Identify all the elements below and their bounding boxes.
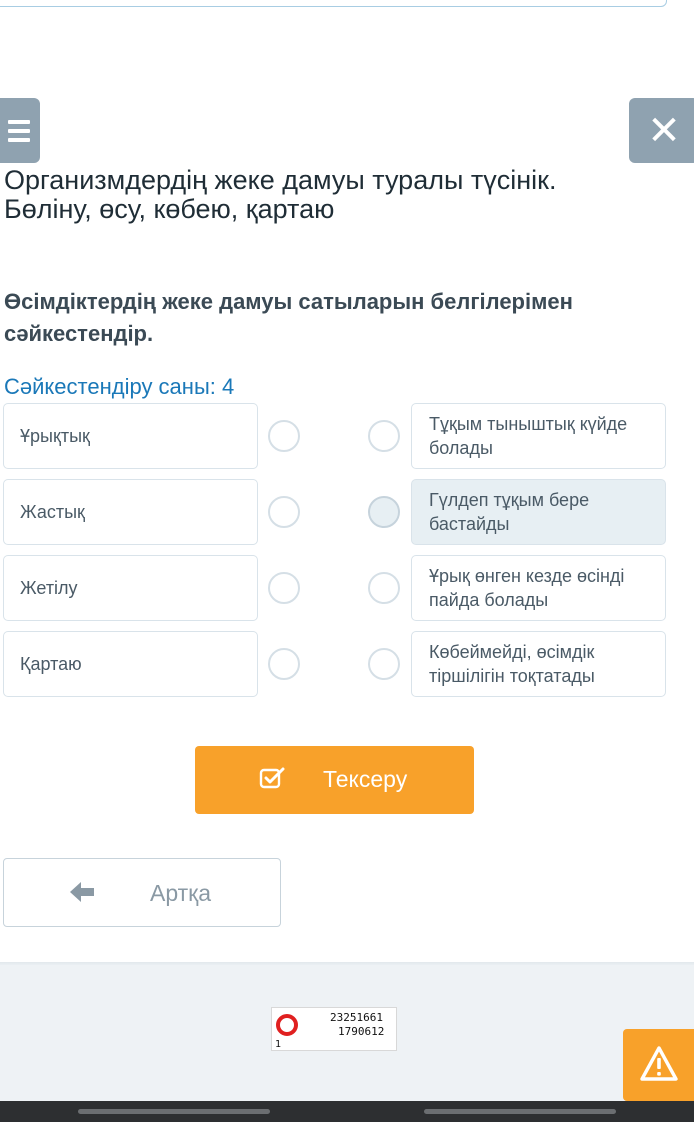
left-connector-3[interactable] — [268, 572, 300, 604]
right-item-text-line-1: Тұқым тыныштық күйде — [429, 414, 628, 434]
left-item-label: Ұрықтық — [20, 426, 90, 446]
right-item-text-line-2: пайда болады — [429, 590, 549, 610]
left-item-label: Қартаю — [20, 654, 82, 674]
warning-icon — [640, 1046, 678, 1081]
left-item-label: Жастық — [20, 502, 85, 522]
left-connector-1[interactable] — [268, 420, 300, 452]
right-item-text-line-1: Гүлдеп тұқым бере — [429, 490, 590, 510]
right-connector-1[interactable] — [368, 420, 400, 452]
check-button[interactable]: Тексеру — [195, 746, 474, 814]
right-connector-2[interactable] — [368, 496, 400, 528]
check-button-label: Тексеру — [323, 766, 408, 792]
right-item-text-line-1: Көбеймейді, өсімдік — [429, 642, 595, 662]
lesson-title-line-1: Организмдердің жеке дамуы туралы түсінік… — [4, 165, 557, 195]
right-item-3[interactable]: Ұрық өнген кезде өсінді пайда болады — [411, 555, 666, 621]
lesson-title-line-2: Бөліну, өсу, көбею, қартаю — [4, 194, 335, 224]
arrow-left-icon — [70, 882, 94, 902]
back-button[interactable]: Артқа — [3, 858, 281, 927]
right-item-text-line-2: бастайды — [429, 514, 510, 534]
right-item-2[interactable]: Гүлдеп тұқым бере бастайды — [411, 479, 666, 545]
left-connector-2[interactable] — [268, 496, 300, 528]
right-item-text-line-2: болады — [429, 438, 493, 458]
visit-counter: 23251661 1790612 1 — [271, 1007, 397, 1051]
right-connector-4[interactable] — [368, 648, 400, 680]
left-item-3[interactable]: Жетілу — [3, 555, 258, 621]
left-item-2[interactable]: Жастық — [3, 479, 258, 545]
nav-indicator-left — [78, 1109, 270, 1114]
left-connector-4[interactable] — [268, 648, 300, 680]
task-question: Өсімдіктердің жеке дамуы сатыларын белгі… — [4, 286, 664, 350]
right-item-1[interactable]: Тұқым тыныштық күйде болады — [411, 403, 666, 469]
right-connector-3[interactable] — [368, 572, 400, 604]
task-question-line-1: Өсімдіктердің жеке дамуы сатыларын белгі… — [4, 289, 573, 314]
top-input-field[interactable] — [0, 0, 667, 7]
check-square-icon — [259, 767, 285, 789]
right-item-4[interactable]: Көбеймейді, өсімдік тіршілігін тоқтатады — [411, 631, 666, 697]
close-button[interactable]: ✕ — [629, 98, 694, 163]
report-problem-button[interactable] — [623, 1029, 694, 1101]
left-item-label: Жетілу — [20, 578, 78, 598]
left-item-4[interactable]: Қартаю — [3, 631, 258, 697]
close-icon: ✕ — [647, 108, 681, 153]
counter-today: 1790612 — [338, 1025, 385, 1038]
nav-indicator-right — [424, 1109, 616, 1114]
counter-logo-icon — [276, 1014, 298, 1036]
right-item-text-line-2: тіршілігін тоқтатады — [429, 666, 595, 686]
counter-total: 23251661 — [330, 1011, 383, 1024]
counter-index: 1 — [275, 1039, 282, 1050]
task-question-line-2: сәйкестендір. — [4, 321, 154, 346]
left-item-1[interactable]: Ұрықтық — [3, 403, 258, 469]
right-item-text-line-1: Ұрық өнген кезде өсінді — [429, 566, 625, 586]
hamburger-icon — [8, 119, 30, 142]
lesson-title: Организмдердің жеке дамуы туралы түсінік… — [4, 166, 664, 224]
back-button-label: Артқа — [150, 880, 212, 906]
menu-button[interactable] — [0, 98, 40, 163]
match-count-label: Сәйкестендіру саны: 4 — [4, 374, 235, 399]
